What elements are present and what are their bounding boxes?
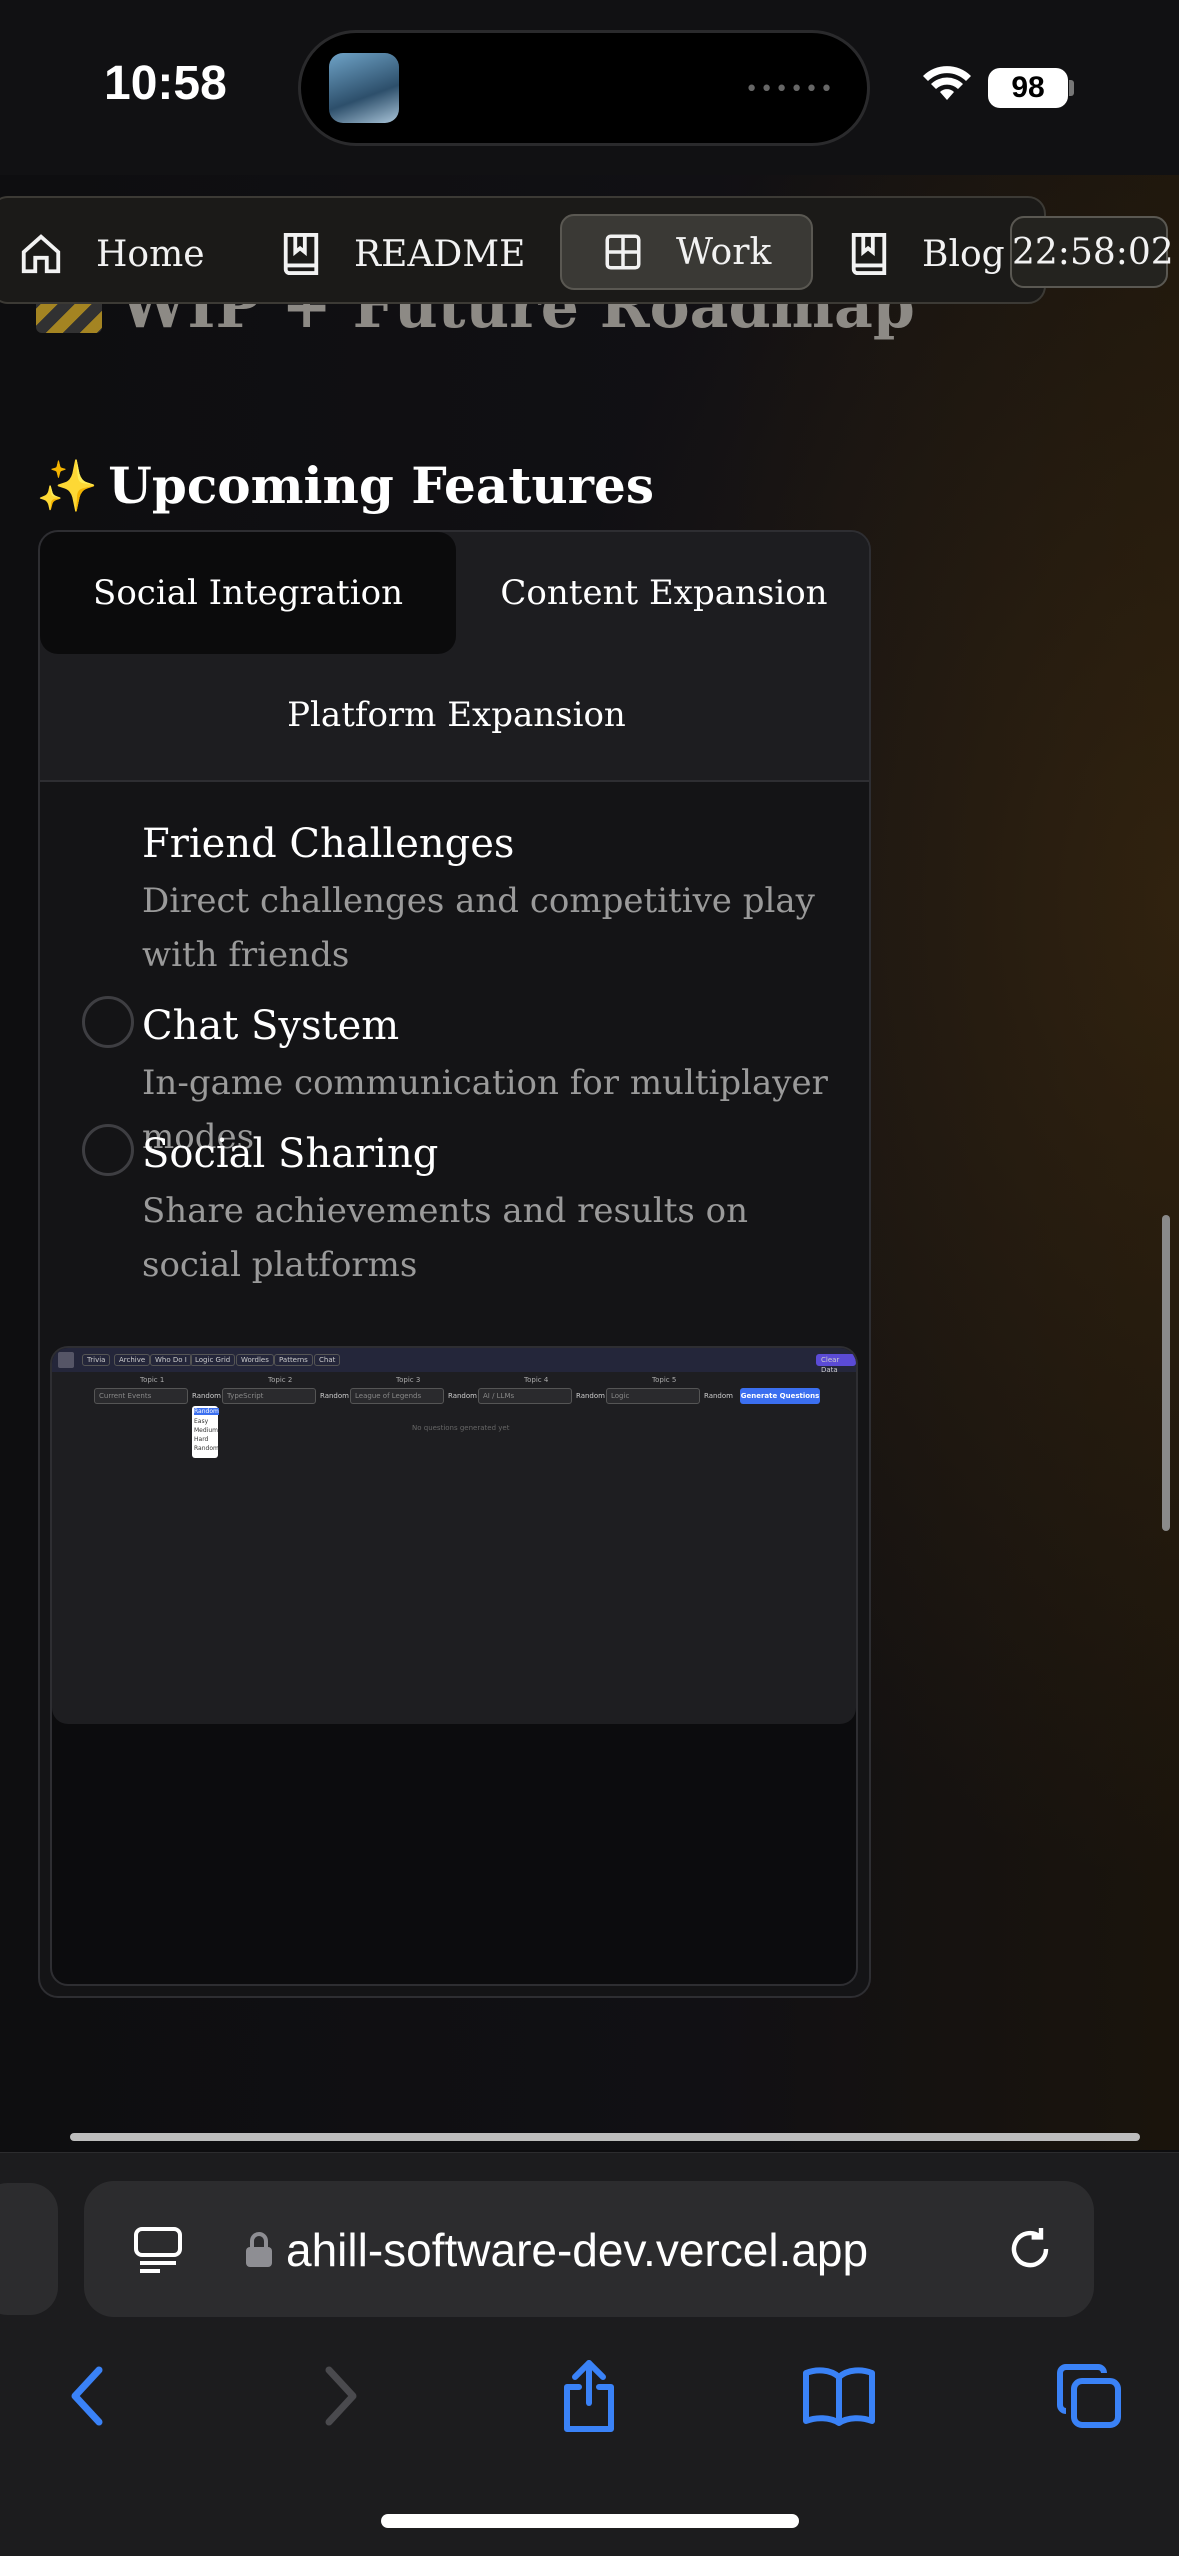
- screenshot-navbar: Trivia Archive Who Do I Logic Grid Wordl…: [52, 1348, 856, 1374]
- screenshot-nav-item: Logic Grid: [190, 1354, 236, 1366]
- nav-blog-label: Blog: [922, 233, 1005, 275]
- nav-readme[interactable]: README: [280, 216, 525, 292]
- nav-work[interactable]: Work: [560, 214, 814, 290]
- screenshot-nav-item: Wordles: [236, 1354, 274, 1366]
- screenshot-topic-label: Topic 1: [140, 1376, 165, 1384]
- reload-icon[interactable]: [1004, 2223, 1056, 2275]
- status-time: 10:58: [104, 57, 227, 110]
- screenshot-topic-input: Logic: [606, 1388, 700, 1404]
- feature-title: Social Sharing: [142, 1131, 439, 1177]
- tabs-icon: [1057, 2364, 1121, 2428]
- nav-home[interactable]: Home: [18, 216, 205, 292]
- url-text: ahill-software-dev.vercel.app: [286, 2224, 869, 2276]
- nav-home-label: Home: [96, 233, 205, 275]
- screenshot-nav-item: Trivia: [82, 1354, 111, 1366]
- now-playing-artwork: [329, 53, 399, 123]
- address-bar[interactable]: ahill-software-dev.vercel.app: [84, 2181, 1094, 2317]
- bookmarks-button[interactable]: [794, 2351, 884, 2441]
- page-menu-icon[interactable]: [132, 2223, 184, 2275]
- screenshot-empty-text: No questions generated yet: [412, 1424, 510, 1432]
- app-screenshot[interactable]: Trivia Archive Who Do I Logic Grid Wordl…: [52, 1348, 856, 1724]
- audio-wave-icon: ••••••: [745, 77, 835, 102]
- vertical-scrollbar[interactable]: [1162, 1215, 1170, 1531]
- feature-item: Social Sharing Share achievements and re…: [142, 1130, 842, 1292]
- screenshot-difficulty: Random: [576, 1392, 605, 1400]
- tabs-button[interactable]: [1044, 2351, 1134, 2441]
- tab-content-expansion[interactable]: Content Expansion: [456, 532, 869, 654]
- dynamic-island[interactable]: ••••••: [298, 30, 870, 146]
- sparkles-icon: ✨: [36, 457, 99, 515]
- feature-title: Chat System: [142, 1003, 400, 1049]
- bookmarks-icon: [803, 2367, 875, 2426]
- screenshot-topic-input: League of Legends: [350, 1388, 444, 1404]
- tab-platform-expansion[interactable]: Platform Expansion: [40, 654, 869, 776]
- nav-readme-label: README: [354, 233, 526, 275]
- screenshot-topic-input: TypeScript: [222, 1388, 316, 1404]
- screenshot-nav-item: Chat: [314, 1354, 341, 1366]
- screenshot-nav-item: Patterns: [274, 1354, 313, 1366]
- tab-social-integration[interactable]: Social Integration: [40, 532, 456, 654]
- tab-list: Social Integration Content Expansion Pla…: [40, 532, 869, 782]
- screenshot-difficulty: Random: [448, 1392, 477, 1400]
- lock-icon: [246, 2232, 272, 2267]
- share-icon: [564, 2360, 614, 2432]
- screenshot-corner-button: Clear Data: [816, 1354, 856, 1374]
- screenshot-generate-button: Generate Questions: [740, 1388, 820, 1404]
- screenshot-nav-item: Archive: [114, 1354, 151, 1366]
- feature-desc: Direct challenges and competitive play w…: [142, 881, 815, 975]
- screenshot-difficulty: Random: [320, 1392, 349, 1400]
- feature-radio[interactable]: [82, 1124, 134, 1176]
- grid-icon: [605, 234, 641, 270]
- home-indicator[interactable]: [381, 2514, 799, 2528]
- feature-title: Friend Challenges: [142, 821, 515, 867]
- screenshot-topic-input: AI / LLMs: [478, 1388, 572, 1404]
- chevron-right-icon: [325, 2366, 357, 2426]
- book-icon: [851, 233, 887, 275]
- previous-tab-peek[interactable]: [0, 2183, 58, 2315]
- section-title: ✨ Upcoming Features: [36, 456, 654, 515]
- screenshot-difficulty: Random: [704, 1392, 733, 1400]
- screenshot-topic-label: Topic 2: [268, 1376, 293, 1384]
- nav-clock: 22:58:02: [1010, 216, 1174, 288]
- back-button[interactable]: [42, 2351, 132, 2441]
- screenshot-topic-label: Topic 4: [524, 1376, 549, 1384]
- screenshot-topic-label: Topic 5: [652, 1376, 677, 1384]
- screenshot-logo: [58, 1352, 74, 1368]
- screenshot-topic-label: Topic 3: [396, 1376, 421, 1384]
- share-button[interactable]: [544, 2351, 634, 2441]
- screenshot-difficulty: Random: [192, 1392, 221, 1400]
- browser-toolbar: ahill-software-dev.vercel.app: [0, 2152, 1179, 2556]
- screenshot-nav-item: Who Do I: [150, 1354, 192, 1366]
- nav-blog[interactable]: Blog: [848, 216, 1005, 292]
- battery-icon: 98: [988, 68, 1068, 108]
- horizontal-scrollbar[interactable]: [70, 2133, 1140, 2141]
- battery-nub: [1069, 80, 1074, 96]
- wifi-icon: [923, 66, 971, 100]
- book-icon: [283, 233, 319, 275]
- chevron-left-icon: [71, 2366, 103, 2426]
- screenshot-dropdown: Random Easy Medium Hard Random: [192, 1406, 219, 1458]
- forward-button[interactable]: [296, 2351, 386, 2441]
- screenshot-topic-input: Current Events: [94, 1388, 188, 1404]
- feature-item: Friend Challenges Direct challenges and …: [142, 820, 842, 982]
- site-nav: Home README Work Blog: [0, 196, 1046, 304]
- nav-work-label: Work: [676, 231, 772, 273]
- status-bar: 10:58 •••••• 98: [0, 0, 1179, 175]
- feature-desc: Share achievements and results on social…: [142, 1191, 748, 1285]
- home-icon: [21, 234, 61, 274]
- feature-radio[interactable]: [82, 996, 134, 1048]
